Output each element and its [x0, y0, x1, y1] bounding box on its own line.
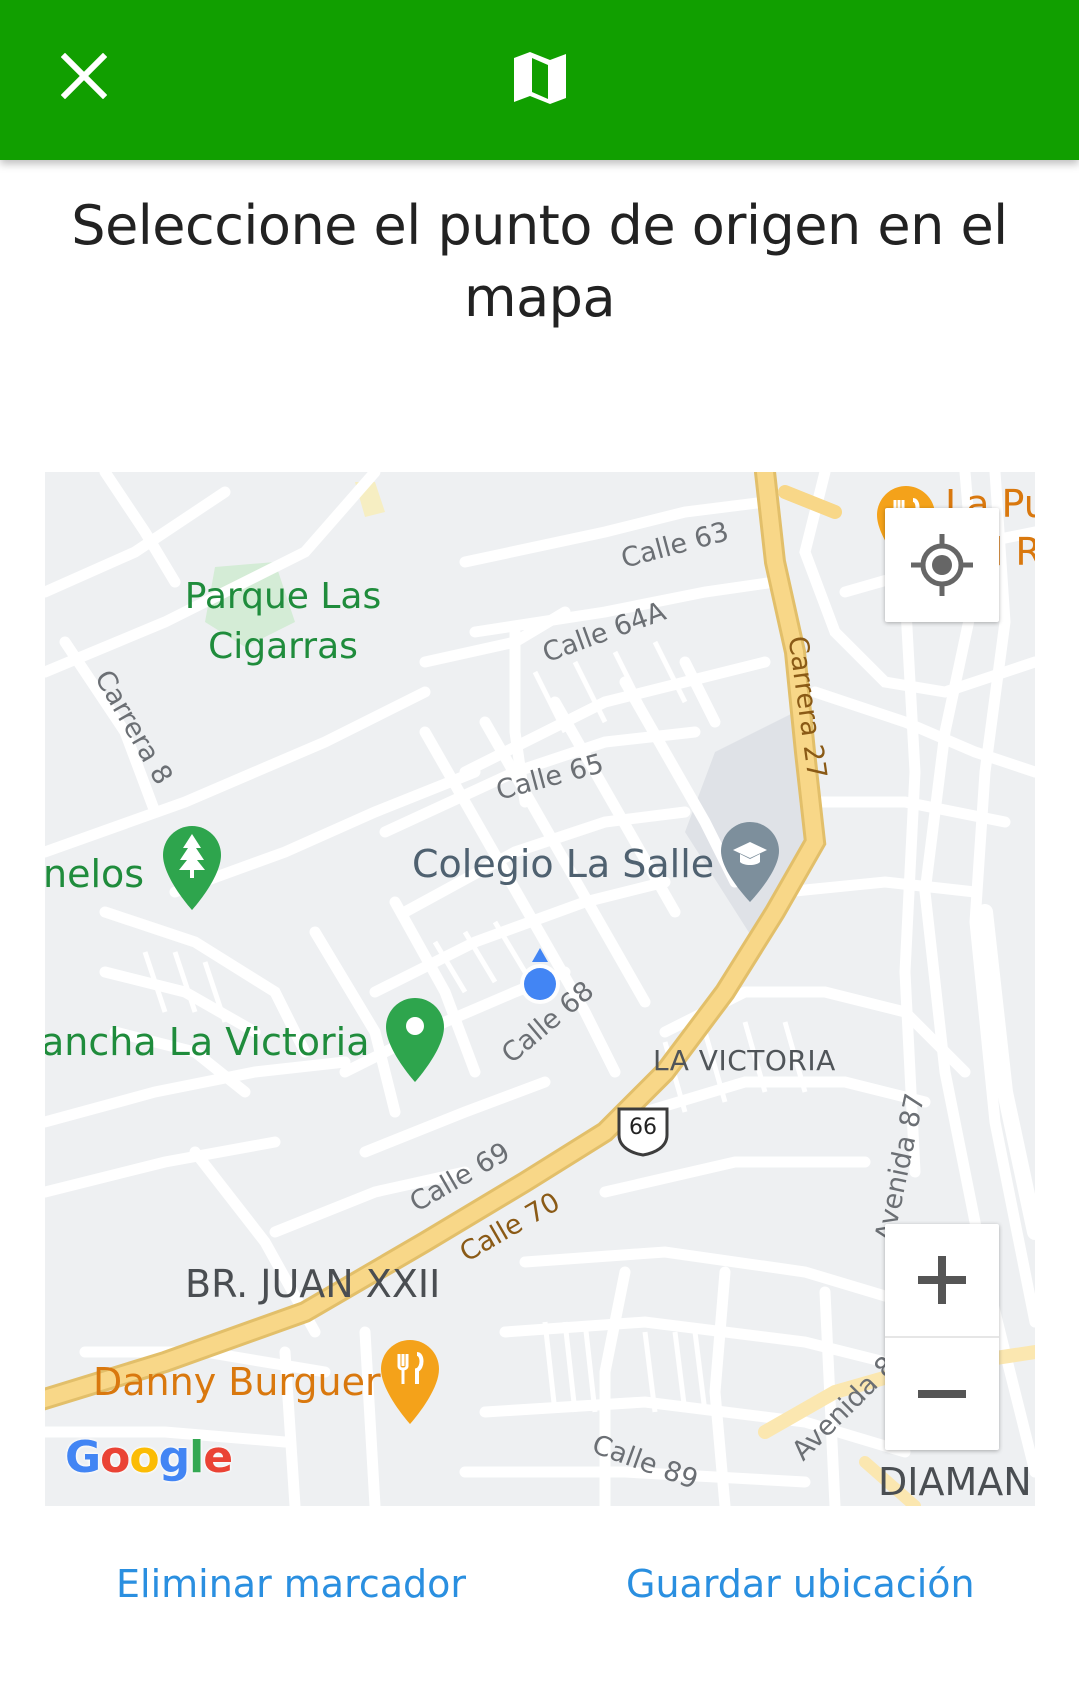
neighborhood-la-victoria: LA VICTORIA	[653, 1044, 836, 1077]
map-view[interactable]: Calle 63 Calle 64A Calle 65 Calle 68 Cal…	[45, 472, 1035, 1506]
place-label-colegio-la-salle: Colegio La Salle	[412, 842, 715, 886]
neighborhood-juan-xxiii: BR. JUAN XXII	[185, 1262, 441, 1306]
zoom-controls	[885, 1224, 999, 1450]
route-shield-number: 66	[629, 1115, 657, 1140]
close-icon	[61, 53, 107, 99]
map-icon	[514, 52, 566, 104]
place-pin-icon	[386, 998, 444, 1082]
place-label-parque-las-cigarras: Parque Las Cigarras	[184, 576, 382, 667]
school-pin-icon	[721, 822, 779, 902]
route-shield-66: 66	[615, 1105, 671, 1157]
google-logo: Google	[65, 1432, 233, 1483]
place-label-danny-burguer: Danny Burguer	[93, 1360, 381, 1404]
my-location-button[interactable]	[885, 508, 999, 622]
current-location-marker	[520, 948, 560, 1004]
zoom-out-button[interactable]	[885, 1338, 999, 1450]
map-view-button[interactable]	[506, 44, 574, 112]
page-title: Seleccione el punto de origen en el mapa	[71, 194, 1008, 329]
top-app-bar	[0, 0, 1079, 160]
save-location-button[interactable]: Guardar ubicación	[626, 1562, 975, 1606]
remove-marker-button[interactable]: Eliminar marcador	[116, 1562, 466, 1606]
close-button[interactable]	[52, 44, 116, 108]
minus-icon	[918, 1390, 966, 1398]
neighborhood-diaman: DIAMAN	[878, 1460, 1032, 1504]
place-label-cancha-la-victoria: ancha La Victoria	[45, 1020, 370, 1064]
restaurant-pin-icon	[381, 1340, 439, 1424]
plus-icon	[918, 1256, 966, 1304]
park-pin-icon	[163, 826, 221, 910]
my-location-icon	[911, 534, 973, 596]
zoom-in-button[interactable]	[885, 1224, 999, 1336]
place-label-nelos: nelos	[45, 852, 145, 896]
